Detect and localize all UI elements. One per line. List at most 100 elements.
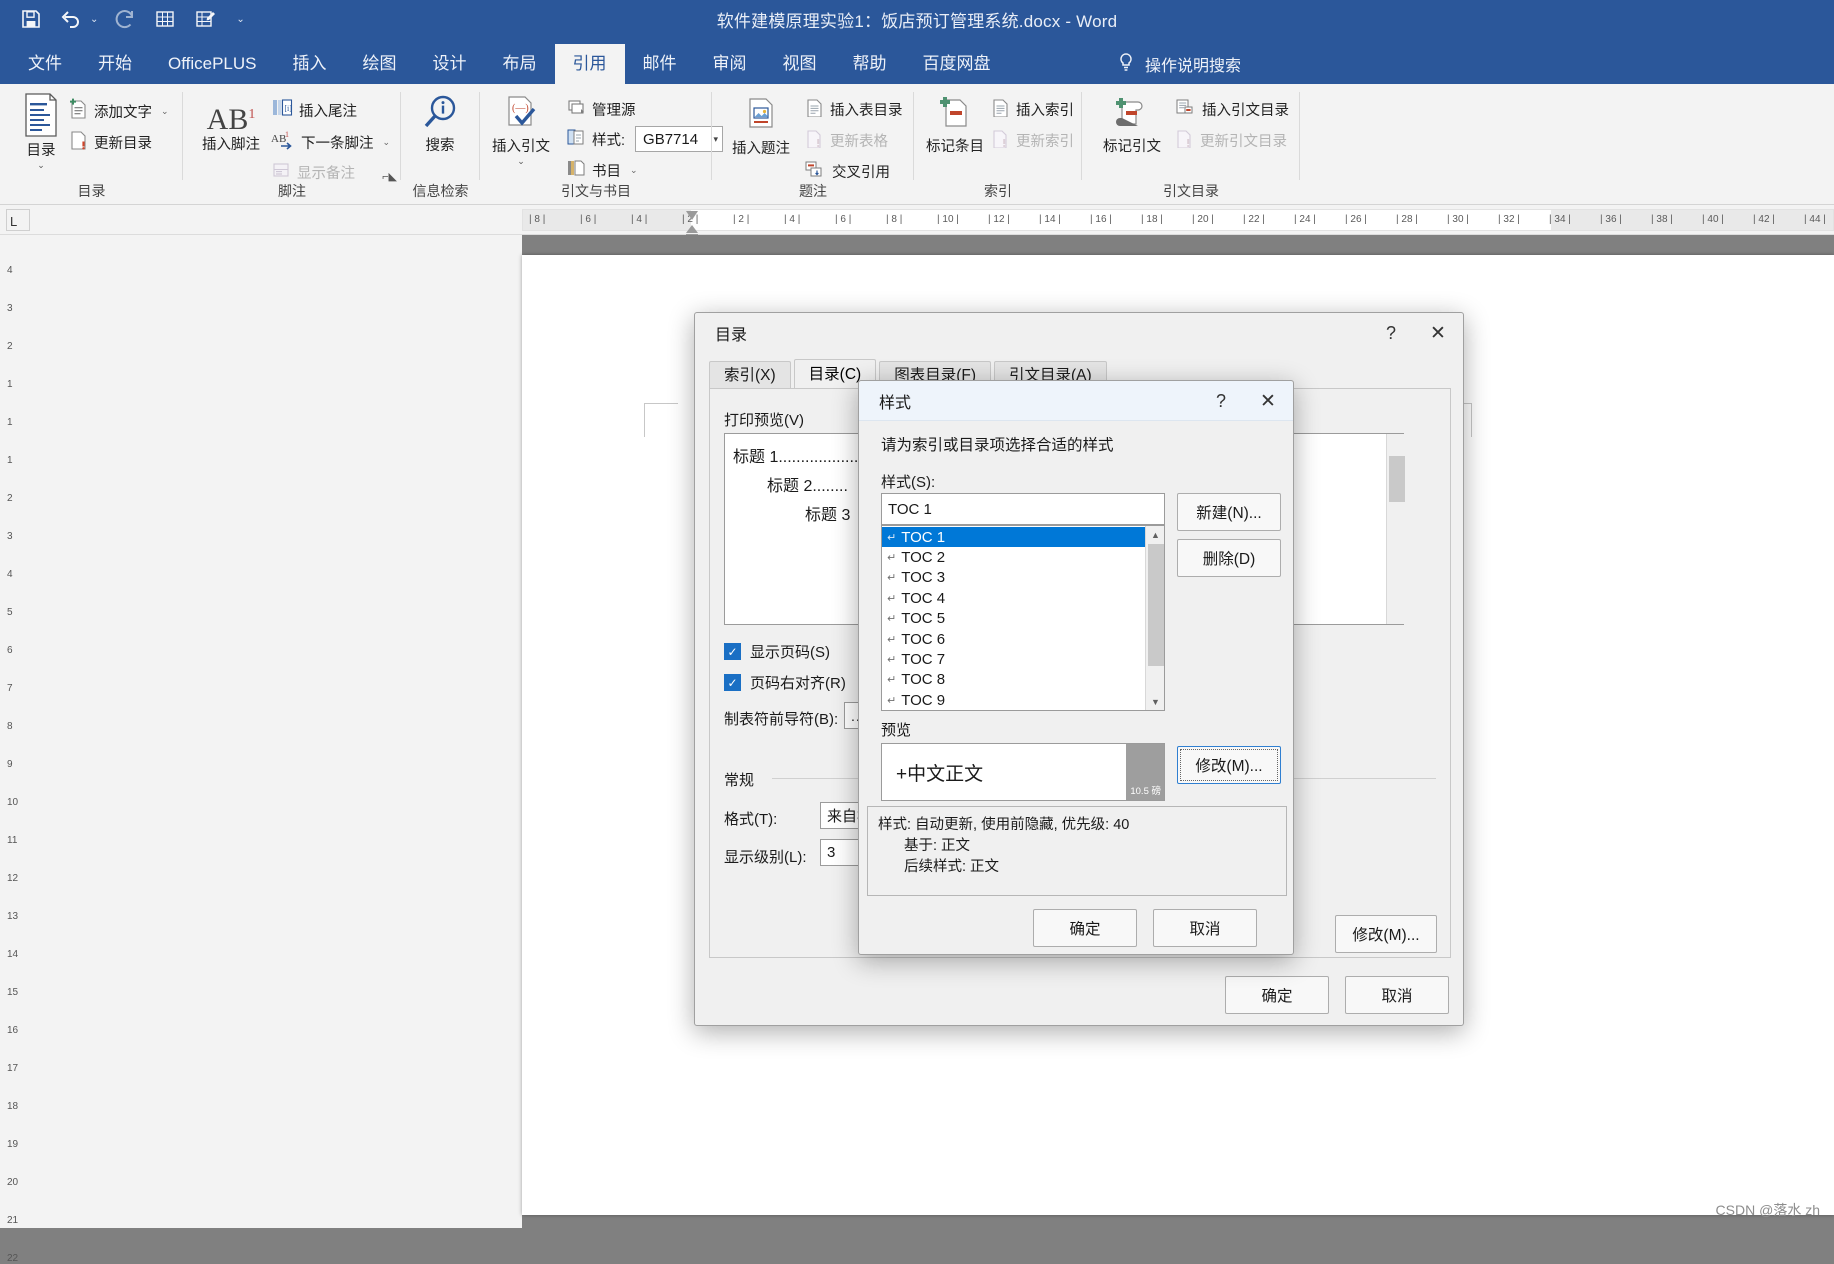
insert-index-icon	[990, 97, 1010, 121]
style-list-item[interactable]: ↵ TOC 6	[882, 629, 1145, 649]
ribbon-tab-1[interactable]: 文件	[10, 44, 80, 84]
right-align-page-numbers-row[interactable]: ✓ 页码右对齐(R)	[724, 672, 846, 693]
insert-footnote-button[interactable]: AB1 插入脚注	[193, 98, 269, 154]
ruler-tick: | 30 |	[1447, 214, 1469, 225]
style-list-item[interactable]: ↵ TOC 5	[882, 609, 1145, 629]
mark-citation-button[interactable]: 标记引文	[1094, 94, 1170, 156]
ribbon-tab-10[interactable]: 审阅	[695, 44, 765, 84]
toc-dialog-help-button[interactable]: ?	[1369, 313, 1413, 353]
style-list-item[interactable]: ↵ TOC 2	[882, 547, 1145, 567]
toc-web-preview-scrollbar[interactable]	[1386, 434, 1405, 624]
insert-citation-caret-icon[interactable]: ⌄	[517, 157, 525, 166]
style-delete-button[interactable]: 删除(D)	[1177, 539, 1281, 577]
ribbon-tab-6[interactable]: 设计	[415, 44, 485, 84]
page-margin-corner-tl	[644, 403, 678, 404]
scrollbar-thumb[interactable]	[1389, 456, 1405, 502]
style-new-button[interactable]: 新建(N)...	[1177, 493, 1281, 531]
insert-citation-button[interactable]: (—) 插入引文 ⌄	[488, 94, 554, 166]
style-modify-button[interactable]: 修改(M)...	[1177, 746, 1281, 784]
style-list-item[interactable]: ↵ TOC 8	[882, 670, 1145, 690]
style-dialog[interactable]: 样式 ? ✕ 请为索引或目录项选择合适的样式 样式(S): TOC 1 ↵ TOC…	[858, 380, 1294, 955]
pilcrow-icon: ↵	[887, 531, 897, 544]
style-ok-button[interactable]: 确定	[1033, 909, 1137, 947]
style-list-item[interactable]: ↵ TOC 4	[882, 588, 1145, 608]
style-list-item[interactable]: ↵ TOC 1	[882, 527, 1145, 548]
mark-entry-label: 标记条目	[926, 139, 984, 155]
ribbon-tab-3[interactable]: OfficePLUS	[150, 44, 275, 84]
next-footnote-label: 下一条脚注	[301, 135, 374, 152]
tell-me-search[interactable]: 操作说明搜索	[1117, 44, 1241, 84]
ribbon-tab-7[interactable]: 布局	[485, 44, 555, 84]
vertical-ruler[interactable]: 4 3 2 1 1 1 2 3 4 5 6 7 8 9 10 11 12 13 14 15 16 17 18 19 20 21 22	[0, 235, 30, 1264]
insert-index-button[interactable]: 插入索引	[990, 97, 1074, 121]
ribbon-tab-2[interactable]: 开始	[80, 44, 150, 84]
vruler-tick: 13	[7, 911, 19, 922]
search-info-icon	[420, 94, 460, 139]
insert-caption-button[interactable]: 插入题注	[722, 96, 800, 158]
toc-dropdown-caret-icon[interactable]: ⌄	[37, 161, 45, 170]
scrollbar-thumb[interactable]	[1148, 544, 1164, 666]
add-text-button[interactable]: 添加文字 ⌄	[68, 98, 169, 124]
ribbon-group-captions-label: 题注	[799, 183, 827, 199]
style-dialog-titlebar: 样式 ? ✕	[859, 381, 1293, 421]
style-list[interactable]: ↵ TOC 1 ↵ TOC 2 ↵ TOC 3 ↵ TOC 4 ↵ TOC 5 ↵ TOC 6 ↵ TOC…	[881, 525, 1165, 711]
toc-modify-button[interactable]: 修改(M)...	[1335, 915, 1437, 953]
footnote-dialog-launcher-icon[interactable]: ⌐◣	[382, 170, 397, 183]
research-search-button[interactable]: 搜索	[407, 94, 473, 154]
toc-dialog-close-button[interactable]: ✕	[1413, 313, 1463, 353]
citation-style-select[interactable]: GB7714 ▾	[635, 126, 724, 152]
vruler-tick: 3	[7, 303, 13, 314]
ribbon-tab-11[interactable]: 视图	[765, 44, 835, 84]
style-list-item[interactable]: ↵ TOC 3	[882, 568, 1145, 588]
scroll-up-arrow-icon[interactable]: ▲	[1146, 526, 1164, 543]
group-divider	[1299, 92, 1300, 180]
next-footnote-caret-icon[interactable]: ⌄	[383, 137, 391, 148]
mark-entry-button[interactable]: 标记条目	[924, 94, 986, 155]
bibliography-caret-icon[interactable]: ⌄	[630, 165, 638, 176]
style-list-scrollbar[interactable]: ▲ ▼	[1145, 526, 1164, 710]
style-dialog-close-button[interactable]: ✕	[1243, 381, 1293, 421]
ribbon-tab-4[interactable]: 插入	[275, 44, 345, 84]
vruler-tick: 5	[7, 607, 13, 618]
ribbon-tab-8[interactable]: 引用	[554, 44, 625, 84]
toc-gallery-button[interactable]: 目录 ⌄	[8, 92, 74, 170]
add-text-caret-icon[interactable]: ⌄	[161, 106, 169, 117]
style-cancel-button[interactable]: 取消	[1153, 909, 1257, 947]
scroll-down-arrow-icon[interactable]: ▼	[1146, 693, 1164, 710]
ribbon-tab-12[interactable]: 帮助	[835, 44, 905, 84]
show-page-numbers-checkbox[interactable]: ✓	[724, 643, 741, 660]
ribbon-group-footnotes: AB1 插入脚注 [i] 插入尾注 AB 1 下一条脚注 ⌄ 显示备注 脚注 ⌐◣	[183, 84, 401, 205]
insert-endnote-button[interactable]: [i] 插入尾注	[271, 98, 357, 122]
ribbon-tab-5[interactable]: 绘图	[345, 44, 415, 84]
tab-stop-selector[interactable]: L	[6, 209, 30, 231]
insert-table-of-figures-label: 插入表目录	[830, 102, 903, 119]
style-description-line-2: 基于: 正文	[904, 838, 971, 854]
horizontal-ruler[interactable]: | 8 | | 6 | | 4 | | 2 | | 2 | | 4 | | 6 | | 8 |…	[522, 209, 1834, 231]
bibliography-button[interactable]: 书目 ⌄	[566, 158, 638, 182]
style-dialog-help-button[interactable]: ?	[1199, 381, 1243, 421]
cross-reference-button[interactable]: 交叉引用	[804, 159, 890, 183]
vruler-tick: 22	[7, 1253, 19, 1264]
manage-sources-icon	[566, 97, 586, 121]
insert-table-of-authorities-button[interactable]: 插入引文目录	[1174, 97, 1289, 121]
show-page-numbers-row[interactable]: ✓ 显示页码(S)	[724, 641, 830, 662]
show-levels-value: 3	[827, 844, 836, 861]
toc-cancel-button[interactable]: 取消	[1345, 976, 1449, 1014]
update-toc-label: 更新目录	[94, 135, 152, 152]
manage-sources-button[interactable]: 管理源	[566, 97, 636, 121]
ruler-tick: | 16 |	[1090, 214, 1112, 225]
right-align-page-numbers-checkbox[interactable]: ✓	[724, 674, 741, 691]
style-name-input[interactable]: TOC 1	[881, 493, 1165, 525]
next-footnote-button[interactable]: AB 1 下一条脚注 ⌄	[271, 129, 390, 155]
insert-table-of-figures-button[interactable]: 插入表目录	[804, 97, 903, 121]
ribbon-tab-9[interactable]: 邮件	[625, 44, 695, 84]
ruler-tick: | 14 |	[1039, 214, 1061, 225]
toc-dialog-tab-1[interactable]: 索引(X)	[709, 361, 791, 389]
ribbon-tab-13[interactable]: 百度网盘	[905, 44, 1009, 84]
style-list-item[interactable]: ↵ TOC 7	[882, 649, 1145, 669]
style-dialog-title: 样式	[879, 394, 912, 412]
update-toc-button[interactable]: 更新目录	[68, 129, 152, 155]
add-text-icon	[68, 98, 88, 124]
style-list-item[interactable]: ↵ TOC 9	[882, 690, 1145, 710]
toc-ok-button[interactable]: 确定	[1225, 976, 1329, 1014]
